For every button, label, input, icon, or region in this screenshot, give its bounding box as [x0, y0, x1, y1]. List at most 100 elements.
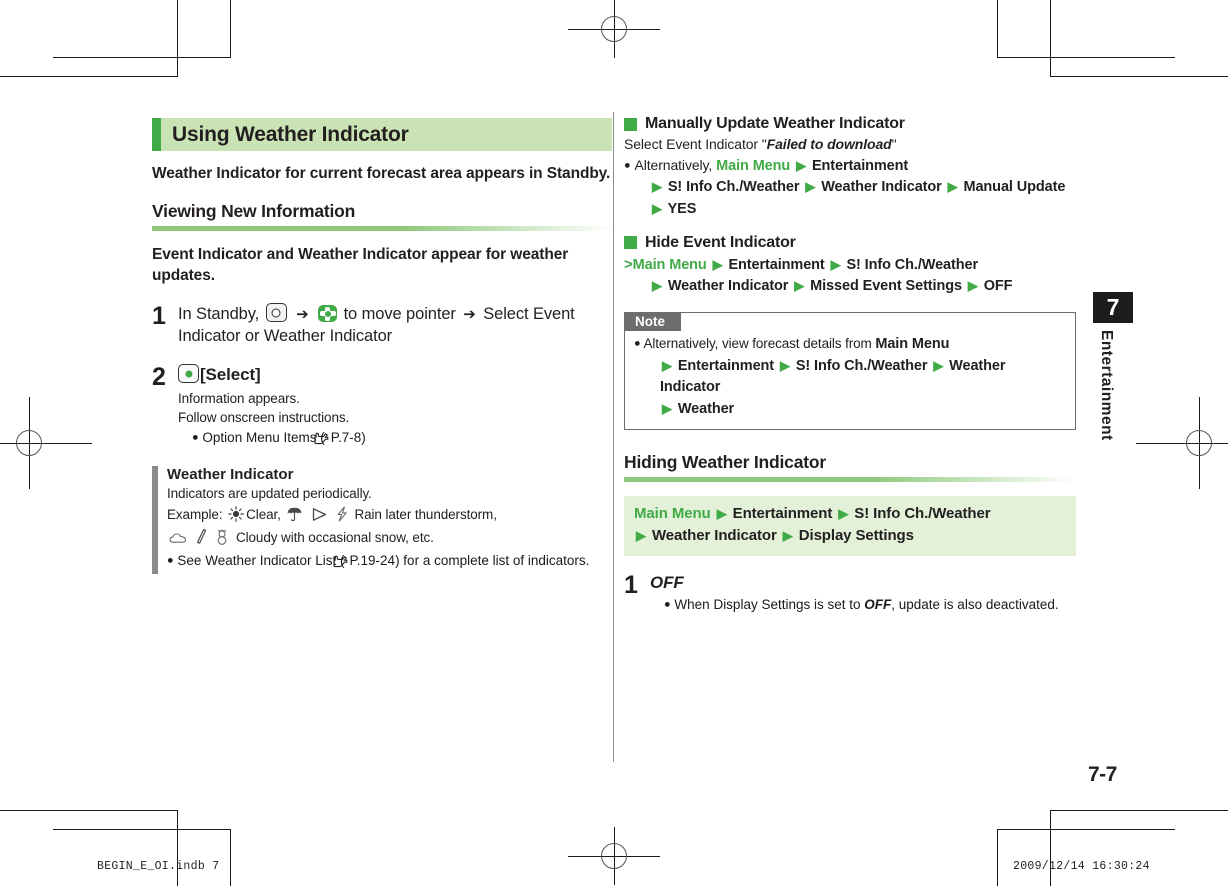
nav-arrow-icon: ▶ — [652, 200, 662, 216]
step-2-bullet-text: Option Menu Items ( — [202, 429, 325, 445]
registration-mark-top — [568, 0, 660, 58]
infobox-line-1: Indicators are updated periodically. — [167, 486, 372, 502]
intro-paragraph: Weather Indicator for current forecast a… — [152, 165, 611, 182]
hiding-nav-line-2: ▶ Weather Indicator ▶ Display Settings — [634, 525, 1066, 548]
reference-hand-icon-2 — [332, 554, 348, 574]
step-hiding-bullet-b: , update is also deactivated. — [891, 596, 1059, 612]
example-rain-text: Rain later thunderstorm, — [354, 506, 497, 522]
select-key-icon — [178, 364, 199, 384]
step-2-sub-1: Information appears. — [178, 390, 300, 406]
nav-arrow-icon: ▶ — [794, 278, 805, 294]
note-line-2: ▶ Entertainment ▶ S! Info Ch./Weather ▶ … — [634, 356, 1066, 400]
nav-weather-indicator[interactable]: Weather Indicator — [821, 179, 942, 195]
nav-info-ch-weather[interactable]: S! Info Ch./Weather — [846, 257, 978, 273]
hiding-nav-line-1: Main Menu ▶ Entertainment ▶ S! Info Ch./… — [634, 503, 1066, 526]
section-heading-rule — [152, 226, 612, 232]
nav-entertainment[interactable]: Entertainment — [678, 358, 774, 374]
step-hiding-1: 1 OFF ● When Display Settings is set to … — [624, 572, 1076, 615]
nav-yes[interactable]: YES — [668, 201, 697, 217]
infobox-example-line-2: Cloudy with occasional snow, etc. — [167, 528, 612, 551]
manual-page: Using Weather Indicator Weather Indicato… — [0, 0, 1228, 886]
step-1-number: 1 — [152, 302, 166, 331]
nav-info-ch-weather[interactable]: S! Info Ch./Weather — [854, 505, 990, 522]
nav-arrow-icon: ▶ — [838, 505, 849, 521]
note-bullet-text: Alternatively, view forecast details fro… — [643, 335, 872, 351]
right-column: Manually Update Weather Indicator Select… — [624, 115, 1076, 621]
lightning-icon — [336, 506, 349, 528]
example-cloudy-text: Cloudy with occasional snow, etc. — [235, 529, 434, 545]
step-2-bullet-tail: ) — [361, 429, 366, 445]
nav-arrow-icon: ▶ — [652, 278, 662, 294]
nav-arrow-icon: ▶ — [662, 401, 672, 417]
infobox-example-line-1: Example: Clear, Rain later thunderstorm, — [167, 505, 612, 528]
nav-arrow-icon: ▶ — [662, 357, 672, 373]
step-1-arrow-2: ➔ — [463, 306, 476, 324]
block-manual-update: Manually Update Weather Indicator Select… — [624, 115, 1076, 220]
column-divider — [613, 112, 614, 762]
nav-chevron-icon: > — [624, 255, 633, 273]
slash-icon — [196, 528, 208, 551]
green-square-icon — [624, 236, 637, 250]
nav-entertainment[interactable]: Entertainment — [733, 505, 833, 522]
note-box: Note ● Alternatively, view forecast deta… — [624, 311, 1076, 430]
infobox-bullet-b: ) for a complete list of indicators. — [395, 553, 590, 569]
chapter-number-tab: 7 — [1093, 292, 1133, 323]
nav-arrow-icon: ▶ — [805, 179, 816, 195]
registration-mark-left — [0, 397, 92, 489]
step-hiding-bullet-a: When Display Settings is set to — [674, 596, 865, 612]
step-2-bullet-ref: P.7-8 — [330, 429, 362, 445]
nav-off[interactable]: OFF — [984, 278, 1013, 294]
nav-entertainment[interactable]: Entertainment — [812, 158, 908, 174]
sun-icon — [228, 505, 244, 528]
nav-main-menu[interactable]: Main Menu — [634, 505, 711, 522]
nav-main-menu[interactable]: Main Menu — [875, 336, 949, 352]
nav-weather[interactable]: Weather — [678, 401, 734, 417]
manual-update-nav-line-3: ▶ YES — [624, 199, 1076, 220]
footer-timestamp: 2009/12/14 16:30:24 — [1013, 860, 1150, 873]
nav-arrow-icon: ▶ — [782, 528, 793, 544]
bullet-dot-icon-5: ● — [664, 598, 671, 611]
infobox-bullet: ● See Weather Indicator List ( P.19-24) … — [167, 551, 612, 574]
nav-display-settings[interactable]: Display Settings — [799, 527, 914, 544]
heading-hide-event: Hide Event Indicator — [624, 234, 1076, 252]
manual-update-alt-prefix: Alternatively, — [634, 156, 713, 173]
nav-weather-indicator[interactable]: Weather Indicator — [652, 527, 777, 544]
nav-main-menu[interactable]: Main Menu — [633, 257, 707, 273]
nav-arrow-icon: ▶ — [652, 179, 662, 195]
nav-arrow-icon: ▶ — [636, 528, 646, 544]
registration-mark-right — [1136, 397, 1228, 489]
heading-manual-update: Manually Update Weather Indicator — [624, 115, 1076, 133]
step-1-text-mid: to move pointer — [343, 305, 456, 324]
nav-arrow-icon: ▶ — [779, 357, 790, 373]
section-heading-hiding: Hiding Weather Indicator — [624, 451, 826, 472]
section-heading-viewing: Viewing New Information — [152, 201, 356, 222]
nav-main-menu[interactable]: Main Menu — [716, 158, 790, 174]
infobox-title: Weather Indicator — [167, 466, 294, 484]
page-title: Using Weather Indicator — [172, 122, 409, 146]
nav-path-panel: Main Menu ▶ Entertainment ▶ S! Info Ch./… — [624, 495, 1076, 556]
step-2-number: 2 — [152, 363, 166, 392]
block-hide-event: Hide Event Indicator >Main Menu ▶ Entert… — [624, 234, 1076, 298]
bullet-dot-icon-2: ● — [167, 554, 174, 567]
title-accent-bar — [152, 118, 161, 151]
footer-file-name: BEGIN_E_OI.indb 7 — [97, 860, 220, 873]
nav-weather-indicator[interactable]: Weather Indicator — [668, 278, 789, 294]
bullet-dot-icon-4: ● — [634, 337, 641, 350]
manual-update-nav-line-1: ● Alternatively, Main Menu ▶ Entertainme… — [624, 155, 1076, 177]
green-square-icon — [624, 117, 637, 131]
nav-info-ch-weather[interactable]: S! Info Ch./Weather — [668, 179, 800, 195]
step-hiding-bullet-em: OFF — [864, 596, 892, 612]
step-1: 1 In Standby, ➔ to move pointer ➔ Select… — [152, 303, 612, 347]
nav-manual-update[interactable]: Manual Update — [963, 179, 1065, 195]
reference-hand-icon — [314, 431, 329, 451]
nav-info-ch-weather[interactable]: S! Info Ch./Weather — [796, 358, 928, 374]
nav-missed-event-settings[interactable]: Missed Event Settings — [810, 278, 962, 294]
step-1-text-before: In Standby, — [178, 305, 260, 324]
step-hiding-1-label: OFF — [650, 572, 684, 592]
heading-hide-event-text: Hide Event Indicator — [645, 233, 796, 251]
nav-entertainment[interactable]: Entertainment — [728, 257, 824, 273]
manual-update-nav-line-2: ▶ S! Info Ch./Weather ▶ Weather Indicato… — [624, 177, 1076, 198]
section-heading-rule-2 — [624, 476, 1076, 482]
step-1-arrow-1: ➔ — [296, 306, 309, 324]
note-tab-label: Note — [625, 312, 681, 331]
